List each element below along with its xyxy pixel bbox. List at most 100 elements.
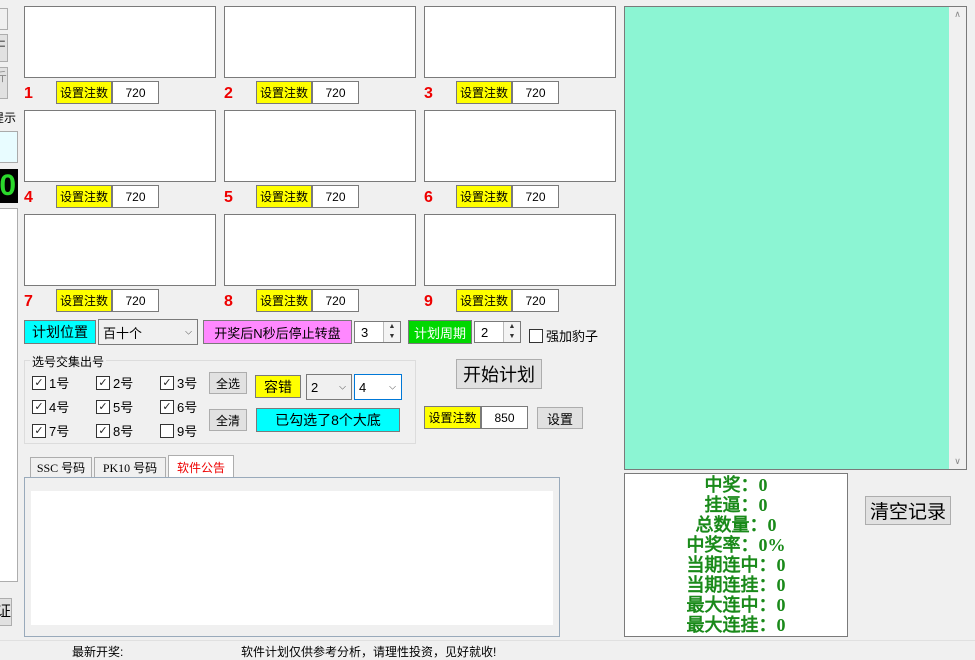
checkbox-6[interactable]: ✓ 6号	[160, 397, 197, 416]
tolerance-select-2[interactable]: 4 ⌵	[354, 374, 402, 400]
checkbox-2[interactable]: ✓ 2号	[96, 373, 133, 392]
plan-number-8: 8	[224, 293, 233, 310]
clear-all-button[interactable]: 全清	[209, 409, 247, 431]
checkbox-checked-icon[interactable]: ✓	[160, 399, 174, 414]
tab-ssc-numbers[interactable]: SSC 号码	[30, 457, 92, 477]
checkbox-3[interactable]: ✓ 3号	[160, 373, 197, 392]
plan-9-count-input[interactable]: 720	[512, 289, 559, 312]
plan-5-count-input[interactable]: 720	[312, 185, 359, 208]
left-strip-top-box	[0, 8, 8, 30]
plan-box-8[interactable]	[224, 214, 416, 286]
spinner-arrows[interactable]: ▲ ▼	[383, 322, 400, 342]
checkbox-5[interactable]: ✓ 5号	[96, 397, 133, 416]
stats-total: 总数量：0	[695, 515, 777, 535]
plan-6-count-input[interactable]: 720	[512, 185, 559, 208]
plan-1-set-button[interactable]: 设置注数	[56, 81, 112, 104]
chevron-down-icon: ⌵	[339, 381, 346, 392]
tolerance-select-1[interactable]: 2 ⌵	[306, 374, 352, 400]
tolerance-value-1: 2	[311, 379, 319, 395]
plan-number-6: 6	[424, 189, 433, 206]
plan-7-count-input[interactable]: 720	[112, 289, 159, 312]
plan-9-set-button[interactable]: 设置注数	[456, 289, 512, 312]
leopard-checkbox[interactable]: 强加豹子	[529, 326, 598, 345]
checkbox-label: 7号	[49, 424, 70, 439]
plan-cycle-spinner[interactable]: 2 ▲ ▼	[474, 321, 521, 343]
plan-2-count-input[interactable]: 720	[312, 81, 359, 104]
checkbox-4[interactable]: ✓ 4号	[32, 397, 69, 416]
plan-8-set-button[interactable]: 设置注数	[256, 289, 312, 312]
plan-1-count-input[interactable]: 720	[112, 81, 159, 104]
plan-box-9[interactable]	[424, 214, 616, 286]
plan-number-1: 1	[24, 85, 33, 102]
stop-delay-spinner[interactable]: 3 ▲ ▼	[354, 321, 401, 343]
plan-box-5[interactable]	[224, 110, 416, 182]
start-plan-button[interactable]: 开始计划	[456, 359, 542, 389]
checkbox-label: 8号	[113, 424, 134, 439]
checkbox-label: 5号	[113, 400, 134, 415]
checkbox-checked-icon[interactable]: ✓	[32, 399, 46, 414]
notice-textarea[interactable]	[31, 491, 553, 625]
checkbox-checked-icon[interactable]: ✓	[96, 399, 110, 414]
plan-8-count-input[interactable]: 720	[312, 289, 359, 312]
plan-7-set-button[interactable]: 设置注数	[56, 289, 112, 312]
tab-pk10-numbers[interactable]: PK10 号码	[94, 457, 166, 477]
checkbox-checked-icon[interactable]: ✓	[32, 423, 46, 438]
left-strip-list[interactable]	[0, 208, 18, 582]
stop-delay-value: 3	[361, 324, 369, 340]
checkbox-label: 3号	[177, 376, 198, 391]
spin-up-icon[interactable]: ▲	[504, 322, 520, 332]
plan-number-3: 3	[424, 85, 433, 102]
plan-3-count-input[interactable]: 720	[512, 81, 559, 104]
checkbox-7[interactable]: ✓ 7号	[32, 421, 69, 440]
checkbox-checked-icon[interactable]: ✓	[96, 375, 110, 390]
checkbox-label: 4号	[49, 400, 70, 415]
plan-6-set-button[interactable]: 设置注数	[456, 185, 512, 208]
plan-position-label: 计划位置	[24, 320, 96, 344]
plan-3-set-button[interactable]: 设置注数	[456, 81, 512, 104]
plan-position-select[interactable]: 百十个 ⌵	[98, 319, 198, 345]
spin-down-icon[interactable]: ▼	[384, 332, 400, 342]
plan-box-1[interactable]	[24, 6, 216, 78]
group-title: 选号交集出号	[30, 353, 107, 370]
stats-current-win-streak: 当期连中：0	[686, 555, 786, 575]
checkbox-1[interactable]: ✓ 1号	[32, 373, 69, 392]
log-scrollbar[interactable]: ∧ ∨	[949, 7, 966, 469]
scroll-up-icon[interactable]: ∧	[949, 9, 966, 20]
stats-current-loss-streak: 当期连挂：0	[686, 575, 786, 595]
plan-box-6[interactable]	[424, 110, 616, 182]
tab-software-notice[interactable]: 软件公告	[168, 455, 234, 478]
left-strip-verify-button[interactable]: 证	[0, 598, 12, 626]
checkbox-checked-icon[interactable]: ✓	[32, 375, 46, 390]
tolerance-value-2: 4	[359, 379, 367, 395]
log-area[interactable]	[624, 6, 967, 470]
plan-box-7[interactable]	[24, 214, 216, 286]
left-strip-button-2[interactable]: 斤	[0, 67, 8, 99]
plan-4-count-input[interactable]: 720	[112, 185, 159, 208]
left-strip-button-2-label: 斤	[0, 70, 7, 84]
plan-4-set-button[interactable]: 设置注数	[56, 185, 112, 208]
clear-records-button[interactable]: 清空记录	[865, 496, 951, 525]
checkbox-icon[interactable]	[160, 423, 174, 438]
bet-set-button[interactable]: 设置	[537, 407, 583, 429]
spin-down-icon[interactable]: ▼	[504, 332, 520, 342]
leopard-checkbox-label: 强加豹子	[546, 329, 599, 344]
plan-5-set-button[interactable]: 设置注数	[256, 185, 312, 208]
bet-count-input[interactable]: 850	[481, 406, 528, 429]
tolerance-label: 容错	[255, 375, 301, 398]
plan-2-set-button[interactable]: 设置注数	[256, 81, 312, 104]
plan-box-4[interactable]	[24, 110, 216, 182]
disclaimer-text: 软件计划仅供参考分析，请理性投资，见好就收!	[241, 645, 497, 659]
scroll-down-icon[interactable]: ∨	[949, 456, 966, 467]
checkbox-icon[interactable]	[529, 328, 543, 343]
spin-up-icon[interactable]: ▲	[384, 322, 400, 332]
checkbox-checked-icon[interactable]: ✓	[96, 423, 110, 438]
select-all-button[interactable]: 全选	[209, 372, 247, 394]
checkbox-9[interactable]: 9号	[160, 421, 197, 440]
checkbox-8[interactable]: ✓ 8号	[96, 421, 133, 440]
plan-box-2[interactable]	[224, 6, 416, 78]
left-strip-button-1[interactable]: ㄷ	[0, 34, 8, 62]
checkbox-checked-icon[interactable]: ✓	[160, 375, 174, 390]
spinner-arrows[interactable]: ▲ ▼	[503, 322, 520, 342]
stats-max-loss-streak: 最大连挂：0	[686, 615, 786, 635]
plan-box-3[interactable]	[424, 6, 616, 78]
